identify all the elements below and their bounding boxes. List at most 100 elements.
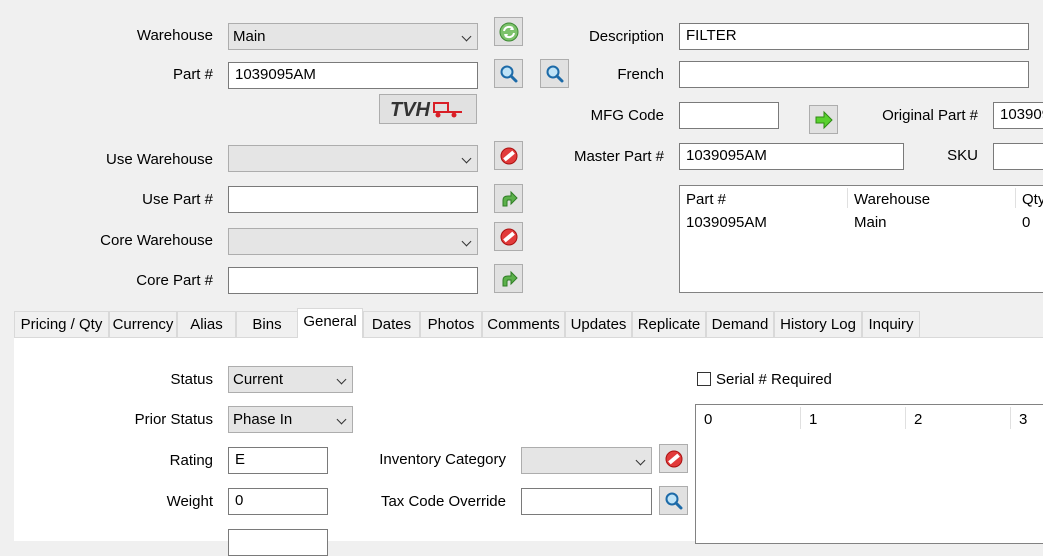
core-warehouse-select[interactable] (228, 228, 478, 255)
chevron-down-icon (461, 236, 472, 247)
svg-text:TVH: TVH (390, 99, 431, 120)
tab-history-log[interactable]: History Log (774, 311, 862, 337)
tab-updates[interactable]: Updates (565, 311, 632, 337)
rating-field[interactable]: E (228, 447, 328, 474)
brand-logo-button[interactable]: TVH (379, 94, 477, 124)
warehouse-value: Main (233, 28, 266, 45)
rating-label: Rating (169, 452, 213, 469)
prior-status-value: Phase In (233, 411, 293, 428)
use-part-label: Use Part # (142, 191, 213, 208)
column-divider (847, 188, 848, 208)
warehouse-select[interactable]: Main (228, 23, 478, 50)
tab-photos[interactable]: Photos (420, 311, 482, 337)
chevron-down-icon (635, 455, 646, 466)
grid-column-header[interactable]: 1 (809, 411, 817, 429)
general-grid[interactable]: 0 1 2 3 (695, 404, 1043, 544)
french-field[interactable] (679, 61, 1029, 88)
arrow-right-icon (815, 110, 833, 129)
tab-pricing-qty[interactable]: Pricing / Qty (14, 311, 109, 337)
master-part-field[interactable]: 1039095AM (679, 143, 904, 170)
status-value: Current (233, 371, 284, 388)
description-field[interactable]: FILTER (679, 23, 1029, 50)
clear-core-warehouse-button[interactable] (494, 222, 523, 251)
tab-comments[interactable]: Comments (482, 311, 565, 337)
inventory-category-select[interactable] (521, 447, 652, 474)
use-warehouse-select[interactable] (228, 145, 478, 172)
master-part-label: Master Part # (573, 148, 664, 165)
column-header-part[interactable]: Part # (686, 191, 726, 209)
french-label: French (617, 66, 664, 83)
tab-demand[interactable]: Demand (706, 311, 774, 337)
cell-qty: 0 (1022, 214, 1031, 231)
part-warehouse-grid[interactable]: Part # Warehouse Qty 1039095AM Main 0 (679, 185, 1043, 293)
table-row[interactable]: 1039095AM Main 0 (680, 214, 1043, 234)
chevron-down-icon (461, 31, 472, 42)
weight-label: Weight (166, 493, 213, 510)
core-warehouse-label: Core Warehouse (100, 232, 213, 249)
sku-field[interactable] (993, 143, 1043, 170)
clear-icon (500, 228, 517, 245)
column-divider (800, 407, 801, 429)
status-select[interactable]: Current (228, 366, 353, 393)
tab-dates[interactable]: Dates (363, 311, 420, 337)
cell-part: 1039095AM (686, 214, 767, 231)
warehouse-label: Warehouse (136, 27, 213, 44)
tab-inquiry[interactable]: Inquiry (862, 311, 920, 337)
chevron-down-icon (336, 414, 347, 425)
status-label: Status (170, 371, 213, 388)
core-part-label: Core Part # (136, 272, 213, 289)
sku-label: SKU (947, 147, 978, 164)
clear-icon (665, 450, 682, 467)
column-header-qty[interactable]: Qty (1022, 191, 1043, 209)
core-part-field[interactable] (228, 267, 478, 294)
go-use-part-button[interactable] (494, 184, 523, 213)
tab-bins[interactable]: Bins (236, 311, 298, 337)
tab-currency[interactable]: Currency (109, 311, 177, 337)
tab-replicate[interactable]: Replicate (632, 311, 706, 337)
column-divider (1010, 407, 1011, 429)
refresh-button[interactable] (494, 17, 523, 46)
part-field[interactable]: 1039095AM (228, 62, 478, 89)
tax-code-search-button[interactable] (659, 486, 688, 515)
prior-status-select[interactable]: Phase In (228, 406, 353, 433)
clear-use-warehouse-button[interactable] (494, 141, 523, 170)
original-part-label: Original Part # (882, 107, 978, 124)
use-warehouse-label: Use Warehouse (106, 151, 213, 168)
use-part-field[interactable] (228, 186, 478, 213)
redirect-arrow-icon (502, 190, 518, 206)
description-label: Description (588, 28, 664, 45)
mfg-code-label: MFG Code (590, 107, 664, 124)
tab-general[interactable]: General (297, 308, 363, 338)
chevron-down-icon (461, 153, 472, 164)
clear-icon (500, 147, 517, 164)
tax-code-override-label: Tax Code Override (380, 493, 506, 510)
grid-column-header[interactable]: 3 (1019, 411, 1027, 429)
original-part-field[interactable]: 1039095AM (993, 102, 1043, 129)
tax-code-override-field[interactable] (521, 488, 652, 515)
cell-warehouse: Main (854, 214, 887, 231)
search-icon (500, 65, 517, 82)
column-divider (905, 407, 906, 429)
redirect-arrow-icon (502, 270, 518, 286)
tvh-logo: TVH (390, 99, 462, 120)
inventory-category-label: Inventory Category (379, 451, 506, 468)
serial-required-checkbox[interactable] (697, 372, 711, 386)
refresh-icon (499, 22, 518, 41)
grid-column-header[interactable]: 0 (704, 411, 712, 429)
column-divider (1015, 188, 1016, 208)
part-search-button[interactable] (494, 59, 523, 88)
tab-alias[interactable]: Alias (177, 311, 236, 337)
mfg-code-field[interactable] (679, 102, 779, 129)
prior-status-label: Prior Status (134, 411, 213, 428)
part-label: Part # (172, 66, 213, 83)
serial-required-label: Serial # Required (716, 371, 832, 388)
grid-column-header[interactable]: 2 (914, 411, 922, 429)
partial-field[interactable] (228, 529, 328, 556)
mfg-code-go-button[interactable] (809, 105, 838, 134)
chevron-down-icon (336, 374, 347, 385)
go-core-part-button[interactable] (494, 264, 523, 293)
column-header-warehouse[interactable]: Warehouse (854, 191, 930, 209)
clear-inventory-category-button[interactable] (659, 444, 688, 473)
search-icon (665, 492, 682, 509)
weight-field[interactable]: 0 (228, 488, 328, 515)
